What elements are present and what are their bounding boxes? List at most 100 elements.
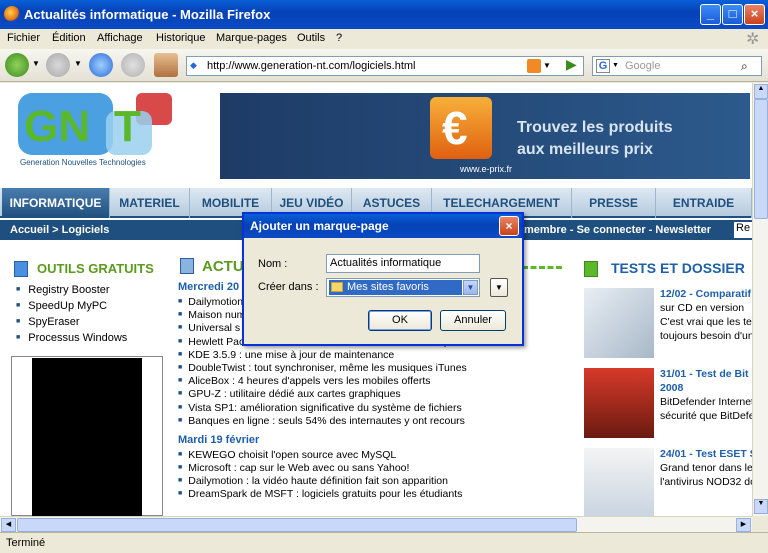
horizontal-scrollbar[interactable]: ◀ ▶ xyxy=(0,516,752,532)
news-item[interactable]: Dailymotion : la vidéo haute définition … xyxy=(178,475,568,488)
actu-title: ACTU xyxy=(202,258,244,275)
status-text: Terminé xyxy=(6,537,46,549)
news-date: Mardi 19 février xyxy=(178,433,260,446)
list-item[interactable]: Registry Booster xyxy=(16,284,127,300)
test-thumbnail[interactable] xyxy=(584,448,654,516)
news-item[interactable]: DreamSpark de MSFT : logiciels gratuits … xyxy=(178,488,568,501)
ad-image xyxy=(32,358,142,516)
forward-history-arrow-icon[interactable]: ▼ xyxy=(74,59,82,68)
search-box[interactable]: G ▼ Google ⌕ xyxy=(592,56,762,76)
search-field-partial[interactable]: Re xyxy=(734,222,752,238)
account-links[interactable]: membre - Se connecter - Newsletter xyxy=(524,224,711,236)
dialog-close-button[interactable]: × xyxy=(499,216,519,236)
search-placeholder: Google xyxy=(625,60,661,72)
home-icon[interactable] xyxy=(154,53,178,77)
scroll-up-icon[interactable]: ▲ xyxy=(754,84,768,99)
news-item[interactable]: Microsoft : cap sur le Web avec ou sans … xyxy=(178,462,568,475)
horizontal-scroll-thumb[interactable] xyxy=(17,518,577,532)
dialog-titlebar: Ajouter un marque-page × xyxy=(244,214,522,238)
scroll-down-icon[interactable]: ▼ xyxy=(754,499,768,514)
menu-marque-pages[interactable]: Marque-pages xyxy=(216,32,287,44)
engine-dropdown-icon[interactable]: ▼ xyxy=(612,62,619,69)
svg-text:T: T xyxy=(114,102,141,151)
svg-text:GN: GN xyxy=(24,102,90,151)
maximize-button[interactable]: □ xyxy=(722,4,743,25)
menu-aide[interactable]: ? xyxy=(336,32,342,44)
window-titlebar: Actualités informatique - Mozilla Firefo… xyxy=(0,0,768,29)
scroll-left-icon[interactable]: ◀ xyxy=(1,518,16,532)
news-item[interactable]: GPU-Z : utilitaire dédié aux cartes grap… xyxy=(178,388,568,401)
folder-label: Créer dans : xyxy=(258,281,319,293)
actu-icon xyxy=(180,258,194,274)
menu-historique[interactable]: Historique xyxy=(156,32,206,44)
svg-text:Generation Nouvelles Technolog: Generation Nouvelles Technologies xyxy=(20,158,146,167)
list-item[interactable]: SpeedUp MyPC xyxy=(16,300,127,316)
url-bar[interactable]: ◆ http://www.generation-nt.com/logiciels… xyxy=(186,56,584,76)
scroll-right-icon[interactable]: ▶ xyxy=(736,518,751,532)
google-engine-icon[interactable]: G xyxy=(596,59,610,73)
tests-icon xyxy=(584,261,598,277)
firefox-icon xyxy=(4,6,20,22)
cancel-button[interactable]: Annuler xyxy=(440,310,506,331)
go-icon[interactable]: ▶ xyxy=(566,56,577,73)
select-dropdown-icon[interactable]: ▼ xyxy=(463,280,478,295)
news-item[interactable]: Vista SP1: amélioration significative du… xyxy=(178,402,568,415)
list-item[interactable]: Processus Windows xyxy=(16,332,127,348)
outils-title: OUTILS GRATUITS xyxy=(37,261,154,276)
folder-select[interactable]: Mes sites favoris ▼ xyxy=(326,278,480,297)
outils-icon xyxy=(14,261,28,277)
vertical-scrollbar[interactable]: ▲ ▼ xyxy=(752,83,768,516)
ok-button[interactable]: OK xyxy=(368,310,432,331)
tab-materiel[interactable]: MATERIEL xyxy=(110,188,190,218)
expand-folders-button[interactable]: ▼ xyxy=(490,278,508,297)
menu-outils[interactable]: Outils xyxy=(297,32,325,44)
tests-title: TESTS ET DOSSIER xyxy=(611,260,745,276)
name-label: Nom : xyxy=(258,258,288,270)
news-item[interactable]: KDE 3.5.9 : une mise à jour de maintenan… xyxy=(178,349,568,362)
breadcrumb[interactable]: Accueil > Logiciels xyxy=(10,224,109,236)
back-history-arrow-icon[interactable]: ▼ xyxy=(32,59,40,68)
tab-informatique[interactable]: INFORMATIQUE xyxy=(2,188,110,218)
bookmark-name-input[interactable]: Actualités informatique xyxy=(326,254,480,273)
stop-icon[interactable] xyxy=(121,53,145,77)
list-item[interactable]: SpyEraser xyxy=(16,316,127,332)
search-icon[interactable]: ⌕ xyxy=(741,59,748,74)
close-button[interactable]: × xyxy=(744,4,765,25)
rss-feed-icon[interactable] xyxy=(527,59,541,73)
eprix-brand: www.e-prix.fr xyxy=(460,164,513,174)
banner-line2: aux meilleurs prix xyxy=(517,141,654,158)
reload-icon[interactable] xyxy=(89,53,113,77)
vertical-scroll-thumb[interactable] xyxy=(754,99,768,219)
forward-icon[interactable] xyxy=(46,53,70,77)
eprix-banner[interactable]: € www.e-prix.fr Trouvez les produits aux… xyxy=(220,93,750,179)
dialog-title: Ajouter un marque-page xyxy=(250,219,389,233)
url-text[interactable]: http://www.generation-nt.com/logiciels.h… xyxy=(207,60,415,72)
add-bookmark-dialog: Ajouter un marque-page × Nom : Actualité… xyxy=(242,212,524,346)
folder-icon xyxy=(331,282,343,292)
tab-entraide[interactable]: ENTRAIDE xyxy=(656,188,752,218)
news-item[interactable]: DoubleTwist : tout synchroniser, même le… xyxy=(178,362,568,375)
news-item[interactable]: KEWEGO choisit l'open source avec MySQL xyxy=(178,449,568,462)
divider-stripes xyxy=(522,266,562,269)
test-thumbnail[interactable] xyxy=(584,288,654,358)
url-dropdown-icon[interactable]: ▼ xyxy=(543,61,551,70)
menu-affichage[interactable]: Affichage xyxy=(97,32,143,44)
ad-box[interactable] xyxy=(11,356,163,516)
back-icon[interactable] xyxy=(5,53,29,77)
tab-presse[interactable]: PRESSE xyxy=(572,188,656,218)
outils-list: Registry Booster SpeedUp MyPC SpyEraser … xyxy=(16,284,127,348)
folder-selected-value[interactable]: Mes sites favoris xyxy=(329,280,462,295)
gnt-logo[interactable]: GN T Generation Nouvelles Technologies xyxy=(18,93,198,168)
news-item[interactable]: AliceBox : 4 heures d'appels vers les mo… xyxy=(178,375,568,388)
menu-bar: Fichier Édition Affichage Historique Mar… xyxy=(0,29,768,49)
site-favicon-icon: ◆ xyxy=(190,60,197,70)
menu-edition[interactable]: Édition xyxy=(52,32,86,44)
test-thumbnail[interactable] xyxy=(584,368,654,438)
banner-line1: Trouvez les produits xyxy=(517,119,673,136)
news-item[interactable]: Banques en ligne : seuls 54% des interna… xyxy=(178,415,568,428)
status-bar: Terminé xyxy=(0,532,768,553)
menu-fichier[interactable]: Fichier xyxy=(7,32,40,44)
throbber-icon: ✲ xyxy=(746,31,760,48)
window-title: Actualités informatique - Mozilla Firefo… xyxy=(24,7,271,22)
minimize-button[interactable]: _ xyxy=(700,4,721,25)
